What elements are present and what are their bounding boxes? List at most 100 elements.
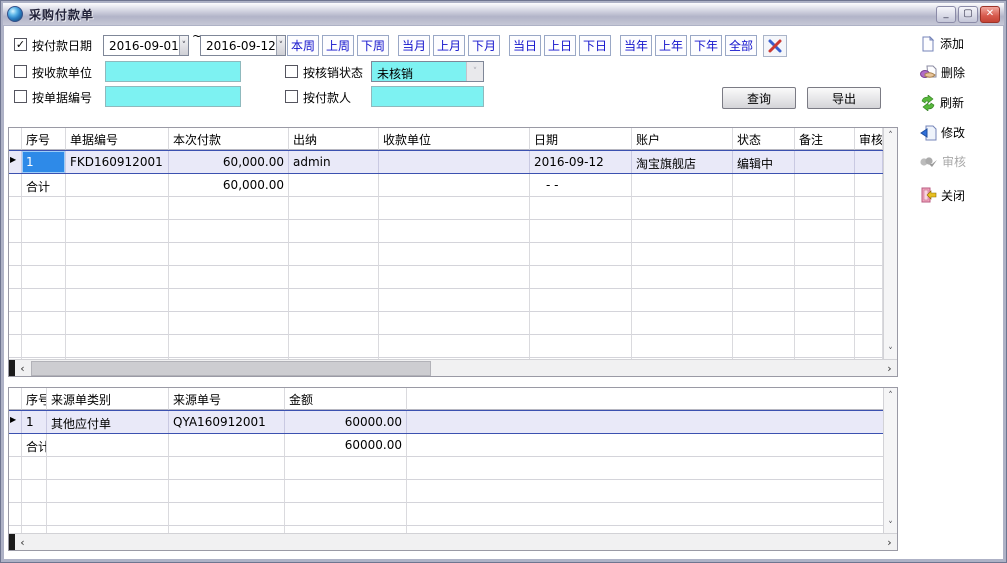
quick-range-next-year[interactable]: 下年 [690, 35, 722, 56]
modify-button[interactable]: 修改 [920, 124, 965, 141]
export-button[interactable]: 导出 [807, 87, 881, 109]
query-button[interactable]: 查询 [722, 87, 796, 109]
scroll-right-icon[interactable]: › [882, 360, 897, 376]
quick-range-tomorrow[interactable]: 下日 [579, 35, 611, 56]
refresh-button[interactable]: 刷新 [920, 94, 964, 111]
cell-seq[interactable]: 1 [22, 151, 66, 173]
payment-table: 序号 单据编号 本次付款 出纳 收款单位 日期 账户 状态 备注 审核 ▶ 1 … [8, 127, 898, 377]
empty-row [9, 457, 883, 480]
col-header-doc-no[interactable]: 单据编号 [66, 128, 169, 150]
quick-range-yesterday[interactable]: 上日 [544, 35, 576, 56]
close-button[interactable]: ✕ [980, 6, 1000, 23]
audit-icon [920, 154, 938, 170]
col-header-status[interactable]: 状态 [733, 128, 795, 150]
cell-source-type[interactable]: 其他应付单 [47, 411, 169, 433]
chevron-down-icon[interactable]: ˅ [276, 36, 285, 55]
col-header-cashier[interactable]: 出纳 [289, 128, 379, 150]
filter-settings-button[interactable] [763, 35, 787, 57]
col-header-remark[interactable]: 备注 [795, 128, 855, 150]
quick-range-last-month[interactable]: 上月 [433, 35, 465, 56]
cell-remark[interactable] [795, 151, 855, 173]
cell-seq[interactable]: 1 [22, 411, 47, 433]
by-doc-no-checkbox[interactable] [14, 90, 27, 103]
payment-table-header: 序号 单据编号 本次付款 出纳 收款单位 日期 账户 状态 备注 审核 [9, 128, 883, 150]
empty-row [9, 266, 883, 289]
vertical-scrollbar[interactable]: ˄ ˅ [883, 388, 897, 533]
table-row[interactable]: ▶ 1 FKD160912001 60,000.00 admin 2016-09… [9, 150, 883, 174]
quick-range-this-week[interactable]: 本周 [287, 35, 319, 56]
by-verify-status-label: 按核销状态 [303, 64, 363, 81]
quick-range-next-month[interactable]: 下月 [468, 35, 500, 56]
verify-status-combobox[interactable]: 未核销 ˅ [371, 61, 484, 82]
payee-input[interactable] [105, 61, 241, 82]
date-to-combobox[interactable]: 2016-09-12 ˅ [200, 35, 286, 56]
maximize-button[interactable]: ▢ [958, 6, 978, 23]
app-window: 采购付款单 _ ▢ ✕ ✓ 按付款日期 2016-09-01 ˅ ~ 2016-… [0, 0, 1007, 563]
quick-range-next-week[interactable]: 下周 [357, 35, 389, 56]
by-payee-checkbox[interactable] [14, 65, 27, 78]
scroll-right-icon[interactable]: › [882, 534, 897, 550]
horizontal-scrollbar[interactable]: ‹ › [9, 533, 897, 550]
table-row[interactable]: ▶ 1 其他应付单 QYA160912001 60000.00 [9, 410, 883, 434]
payer-input[interactable] [371, 86, 484, 107]
quick-range-today[interactable]: 当日 [509, 35, 541, 56]
col-header-source-no[interactable]: 来源单号 [169, 388, 285, 410]
scroll-down-icon[interactable]: ˅ [884, 344, 897, 359]
quick-range-last-week[interactable]: 上周 [322, 35, 354, 56]
col-header-amount[interactable]: 金额 [285, 388, 407, 410]
chevron-down-icon[interactable]: ˅ [179, 36, 188, 55]
quick-range-this-year[interactable]: 当年 [620, 35, 652, 56]
col-header-date[interactable]: 日期 [530, 128, 632, 150]
delete-button-label: 删除 [941, 64, 965, 81]
cell-payee[interactable] [379, 151, 530, 173]
cell-payment[interactable]: 60,000.00 [169, 151, 289, 173]
col-header-seq[interactable]: 序号 [22, 388, 47, 410]
by-pay-date-checkbox[interactable]: ✓ [14, 38, 27, 51]
row-pointer-icon: ▶ [9, 151, 22, 173]
by-doc-no-label: 按单据编号 [32, 89, 92, 106]
add-button[interactable]: 添加 [920, 35, 964, 52]
cell-doc-no[interactable]: FKD160912001 [66, 151, 169, 173]
audit-button-label: 审核 [942, 153, 966, 170]
doc-no-input[interactable] [105, 86, 241, 107]
cell-date[interactable]: 2016-09-12 [530, 151, 632, 173]
scroll-down-icon[interactable]: ˅ [884, 518, 897, 533]
cell-audit[interactable] [855, 151, 883, 173]
refresh-button-label: 刷新 [940, 94, 964, 111]
delete-button[interactable]: 删除 [920, 64, 965, 81]
modify-button-label: 修改 [941, 124, 965, 141]
tools-icon [767, 38, 783, 54]
scroll-left-icon[interactable]: ‹ [15, 534, 30, 550]
horizontal-scrollbar[interactable]: ‹ › [9, 359, 897, 376]
col-header-account[interactable]: 账户 [632, 128, 733, 150]
by-verify-status-checkbox[interactable] [285, 65, 298, 78]
quick-range-all[interactable]: 全部 [725, 35, 757, 56]
col-header-source-type[interactable]: 来源单类别 [47, 388, 169, 410]
close-window-button[interactable]: 关闭 [920, 187, 965, 204]
cell-source-no[interactable]: QYA160912001 [169, 411, 285, 433]
cell-account[interactable]: 淘宝旗舰店 [632, 151, 733, 173]
col-header-payment[interactable]: 本次付款 [169, 128, 289, 150]
source-table-header: 序号 来源单类别 来源单号 金额 [9, 388, 883, 410]
col-header-audit[interactable]: 审核 [855, 128, 883, 150]
scroll-up-icon[interactable]: ˄ [884, 388, 897, 403]
scroll-left-icon[interactable]: ‹ [15, 360, 30, 376]
date-from-value: 2016-09-01 [104, 36, 179, 55]
cell-cashier[interactable]: admin [289, 151, 379, 173]
chevron-down-icon[interactable]: ˅ [466, 62, 483, 81]
cell-amount[interactable]: 60000.00 [285, 411, 407, 433]
header-spacer [9, 128, 22, 150]
date-from-combobox[interactable]: 2016-09-01 ˅ [103, 35, 189, 56]
vertical-scrollbar[interactable]: ˄ ˅ [883, 128, 897, 359]
quick-range-this-month[interactable]: 当月 [398, 35, 430, 56]
scroll-up-icon[interactable]: ˄ [884, 128, 897, 143]
col-header-seq[interactable]: 序号 [22, 128, 66, 150]
scrollbar-thumb[interactable] [31, 361, 431, 376]
cell-status[interactable]: 编辑中 [733, 151, 795, 173]
col-header-payee[interactable]: 收款单位 [379, 128, 530, 150]
by-payer-checkbox[interactable] [285, 90, 298, 103]
add-document-icon [920, 36, 936, 52]
minimize-button[interactable]: _ [936, 6, 956, 23]
quick-range-last-year[interactable]: 上年 [655, 35, 687, 56]
verify-status-value: 未核销 [372, 62, 466, 81]
